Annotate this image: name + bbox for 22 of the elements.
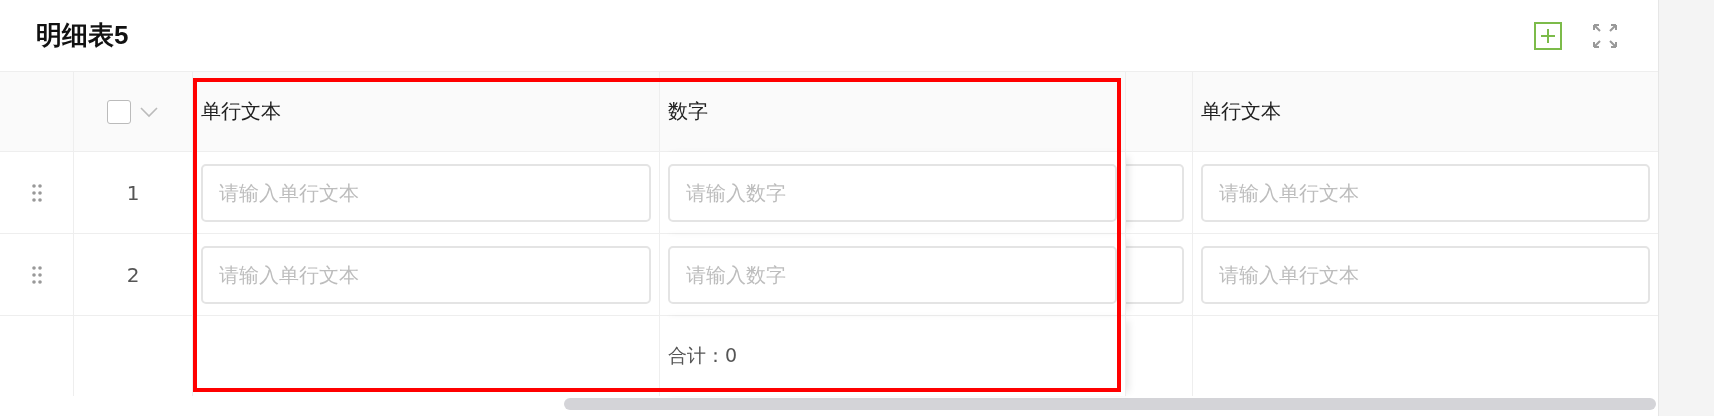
drag-handle-icon[interactable] [30,264,43,285]
input-field[interactable] [1126,245,1184,304]
total-text: 合计：0 [668,343,738,368]
row-number: 2 [126,262,140,287]
column-header: 单行文本 [1193,72,1658,152]
fullscreen-icon[interactable] [1592,22,1618,49]
table-title: 明细表5 [36,19,129,52]
column-header: 单行文本 [193,72,660,152]
caret-icon[interactable] [139,105,159,118]
input-field[interactable]: 请输入单行文本 [1201,245,1650,304]
drag-handle-icon[interactable] [30,182,43,203]
input-field[interactable] [1126,163,1184,222]
row-number: 1 [126,180,140,205]
scrollbar[interactable] [564,398,1656,410]
input-field[interactable]: 请输入数字 [668,163,1117,222]
column-header: 数字 [660,72,1126,152]
input-field[interactable]: 请输入单行文本 [201,163,651,222]
input-field[interactable]: 请输入数字 [668,245,1117,304]
add-icon[interactable] [1534,21,1562,50]
input-field[interactable]: 请输入单行文本 [1201,163,1650,222]
input-field[interactable]: 请输入单行文本 [201,245,651,304]
select-all-checkbox[interactable] [107,99,131,124]
